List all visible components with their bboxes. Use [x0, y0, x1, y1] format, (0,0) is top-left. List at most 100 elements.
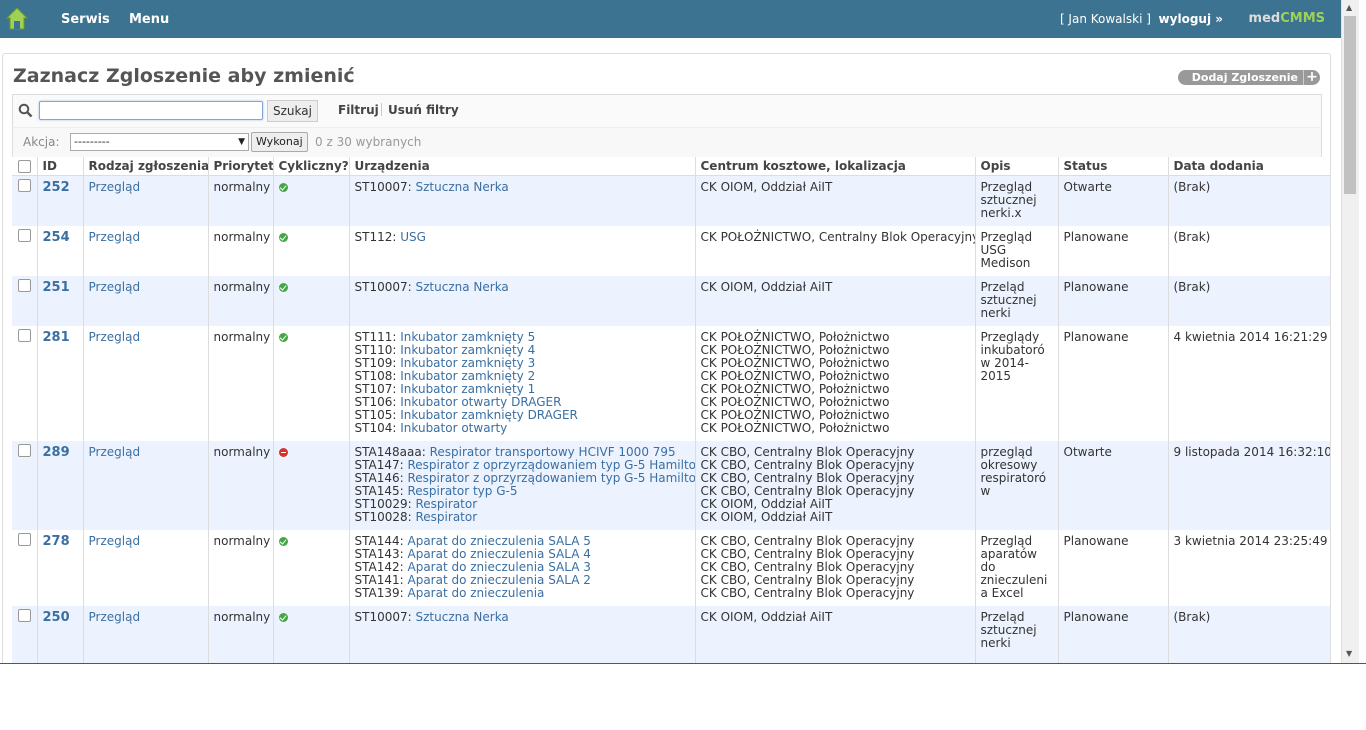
scrollbar-thumb[interactable]: [1344, 16, 1356, 194]
cost-center-entry: CK OIOM, Oddział AiIT: [700, 509, 833, 524]
table-row[interactable]: 278 Przegląd normalny STA144: Aparat do zni…: [12, 529, 1330, 606]
type-link[interactable]: Przegląd: [89, 280, 141, 294]
device-link[interactable]: Respirator: [416, 497, 478, 511]
column-header-cyclic[interactable]: Cykliczny?: [272, 157, 349, 176]
table-row[interactable]: 250 Przegląd normalny ST10007: Sztuczna Ner…: [12, 605, 1330, 656]
id-link[interactable]: 254: [43, 230, 70, 245]
device-link[interactable]: Inkubator zamknięty 4: [400, 343, 535, 357]
vertical-scrollbar[interactable]: ▲ ▼: [1341, 0, 1359, 663]
device-link[interactable]: Aparat do znieczulenia SALA 2: [408, 573, 591, 587]
device-link[interactable]: Sztuczna Nerka: [416, 280, 509, 294]
device-link[interactable]: Respirator transportowy HCIVF 1000 795: [430, 445, 676, 459]
execute-button[interactable]: Wykonaj: [251, 132, 308, 152]
id-link[interactable]: 251: [43, 280, 70, 295]
column-header-cost-center[interactable]: Centrum kosztowe, lokalizacja: [694, 157, 975, 176]
device-link[interactable]: Aparat do znieczulenia SALA 3: [408, 560, 591, 574]
column-header-devices[interactable]: Urządzenia: [348, 157, 695, 176]
table-row-partial: [12, 655, 1330, 663]
device-link[interactable]: Inkubator zamknięty 5: [400, 330, 535, 344]
cost-center-entry: CK POŁOŻNICTWO, Położnictwo: [700, 355, 890, 370]
device-link[interactable]: Inkubator zamknięty 1: [400, 382, 535, 396]
device-link[interactable]: USG: [400, 230, 426, 244]
search-button[interactable]: Szukaj: [267, 100, 318, 122]
row-checkbox[interactable]: [17, 532, 31, 546]
date-cell: (Brak): [1167, 275, 1330, 326]
type-cell: Przegląd: [82, 275, 208, 326]
device-link[interactable]: Aparat do znieczulenia: [408, 586, 545, 600]
table-row[interactable]: 289 Przegląd normalny STA148aaa: Respirator…: [12, 440, 1330, 530]
type-link[interactable]: Przegląd: [89, 534, 141, 548]
device-link[interactable]: Respirator: [416, 510, 478, 524]
row-checkbox[interactable]: [17, 278, 31, 292]
type-link[interactable]: Przegląd: [89, 180, 141, 194]
device-link[interactable]: Inkubator zamknięty 3: [400, 356, 535, 370]
devices-cell: STA144: Aparat do znieczulenia SALA 5 STA…: [348, 529, 695, 606]
row-checkbox[interactable]: [17, 228, 31, 242]
id-link[interactable]: 252: [43, 180, 70, 195]
device-link[interactable]: Inkubator zamknięty DRAGER: [400, 408, 578, 422]
device-link[interactable]: Respirator z oprzyrządowaniem typ G-5 Ha…: [408, 458, 696, 472]
cost-center-cell: CK OIOM, Oddział AiIT: [694, 275, 975, 326]
date-cell: 3 kwietnia 2014 23:25:49: [1167, 529, 1330, 606]
page-title: Zaznacz Zgloszenie aby zmienić: [13, 65, 355, 87]
row-select-cell: [12, 175, 37, 226]
id-link[interactable]: 289: [43, 445, 70, 460]
table-row[interactable]: 251 Przegląd normalny ST10007: Sztuczna Ner…: [12, 275, 1330, 326]
description-cell: przegląd okresowy respiratorów: [974, 440, 1058, 530]
device-link[interactable]: Sztuczna Nerka: [416, 180, 509, 194]
scroll-up-icon[interactable]: ▲: [1346, 3, 1352, 12]
device-link[interactable]: Aparat do znieczulenia SALA 4: [408, 547, 591, 561]
select-all-checkbox[interactable]: [17, 160, 31, 174]
column-header-status[interactable]: Status: [1057, 157, 1168, 176]
device-link[interactable]: Inkubator zamknięty 2: [400, 369, 535, 383]
check-circle-icon: [278, 232, 288, 242]
logout-link[interactable]: wyloguj »: [1159, 12, 1223, 26]
id-cell: 254: [36, 225, 83, 276]
table-row[interactable]: 252 Przegląd normalny ST10007: Sztuczna Ner…: [12, 175, 1330, 226]
content-panel: Zaznacz Zgloszenie aby zmienić Dodaj Zgl…: [2, 53, 1331, 663]
device-entry: ST10007: Sztuczna Nerka: [355, 280, 690, 294]
table-row[interactable]: 281 Przegląd normalny ST111: Inkubator zamk…: [12, 325, 1330, 441]
column-header-date[interactable]: Data dodania: [1167, 157, 1330, 176]
search-input[interactable]: [39, 101, 263, 120]
row-checkbox[interactable]: [17, 328, 31, 342]
type-link[interactable]: Przegląd: [89, 610, 141, 624]
add-report-button[interactable]: Dodaj Zgloszenie +: [1177, 70, 1320, 85]
id-link[interactable]: 250: [43, 610, 70, 625]
id-link[interactable]: 278: [43, 534, 70, 549]
clear-filters-link[interactable]: Usuń filtry: [388, 103, 459, 117]
action-select[interactable]: --------- ▼: [70, 133, 249, 151]
check-circle-icon: [278, 332, 288, 342]
cost-center-entry: CK OIOM, Oddział AiIT: [700, 496, 833, 511]
scroll-down-icon[interactable]: ▼: [1346, 649, 1352, 658]
device-link[interactable]: Respirator z oprzyrządowaniem typ G-5 Ha…: [408, 471, 696, 485]
device-code: ST109:: [354, 355, 397, 370]
type-link[interactable]: Przegląd: [89, 445, 141, 459]
device-code: ST105:: [354, 407, 397, 422]
row-checkbox[interactable]: [17, 179, 31, 192]
device-code: STA148aaa:: [354, 444, 426, 459]
column-header-priority[interactable]: Priorytet: [207, 157, 273, 176]
nav-serwis[interactable]: Serwis: [61, 12, 110, 27]
action-select-value: ---------: [74, 135, 110, 148]
row-checkbox[interactable]: [17, 443, 31, 457]
device-link[interactable]: Inkubator otwarty: [400, 421, 507, 435]
table-row[interactable]: 254 Przegląd normalny ST112: USG CK POŁOŻNIC…: [12, 225, 1330, 276]
device-link[interactable]: Respirator typ G-5: [408, 484, 518, 498]
description-cell: Przegląd aparatów do znieczulenia Excel: [974, 529, 1058, 606]
device-link[interactable]: Aparat do znieczulenia SALA 5: [408, 534, 591, 548]
id-link[interactable]: 281: [43, 330, 70, 345]
column-header-description[interactable]: Opis: [974, 157, 1058, 176]
home-icon[interactable]: [6, 7, 28, 31]
filter-link[interactable]: Filtruj: [338, 103, 379, 117]
row-checkbox[interactable]: [17, 608, 31, 622]
cost-center-entry: CK POŁOŻNICTWO, Położnictwo: [700, 368, 890, 383]
device-link[interactable]: Sztuczna Nerka: [416, 610, 509, 624]
column-header-id[interactable]: ID: [36, 157, 83, 176]
type-link[interactable]: Przegląd: [89, 230, 141, 244]
device-link[interactable]: Inkubator otwarty DRAGER: [400, 395, 561, 409]
type-link[interactable]: Przegląd: [89, 330, 141, 344]
nav-menu[interactable]: Menu: [129, 12, 169, 27]
check-circle-icon: [278, 612, 288, 622]
column-header-type[interactable]: Rodzaj zgłoszenia: [82, 157, 208, 176]
